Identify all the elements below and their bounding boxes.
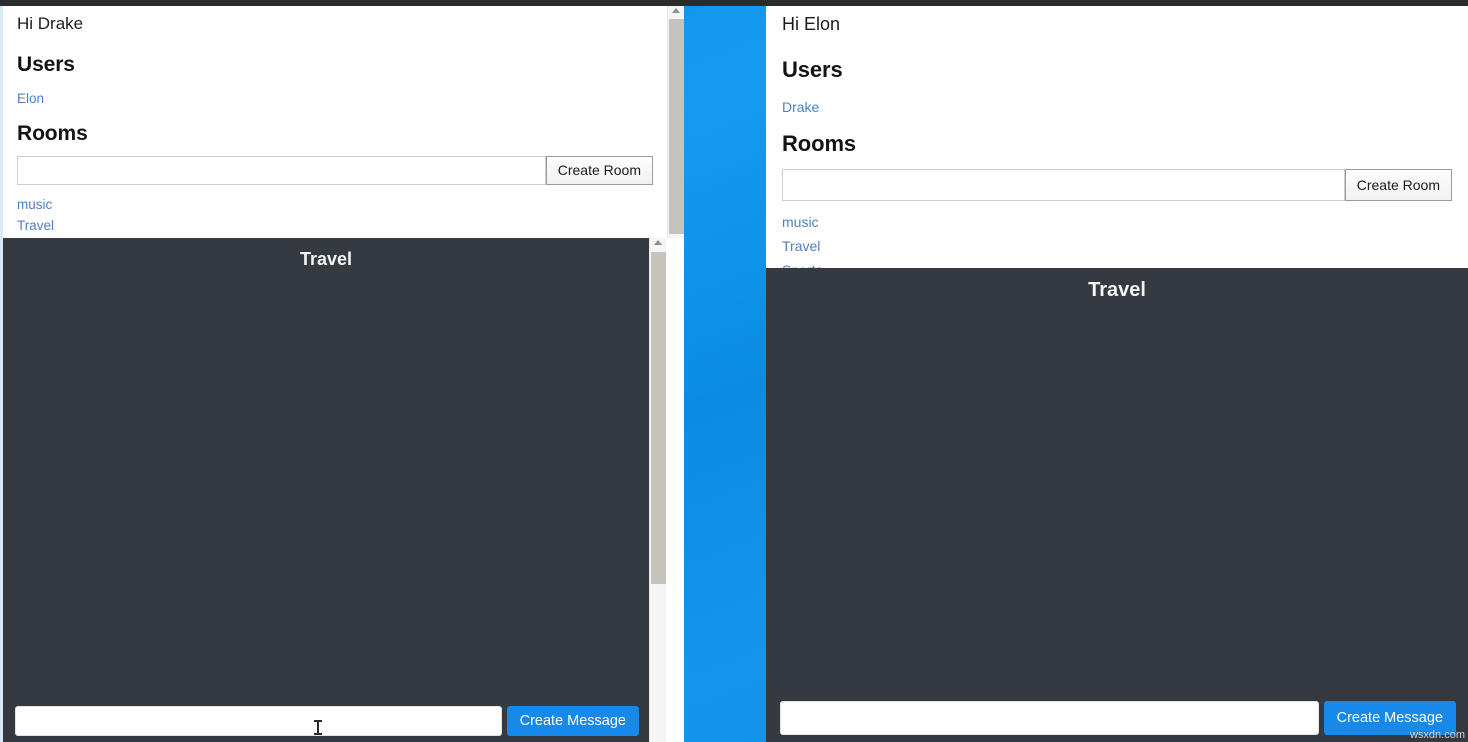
window-right-filler [666,238,684,742]
chat-scrollbar-drake[interactable] [649,238,666,742]
chat-messages-list-elon [766,314,1468,690]
chat-room-title-elon: Travel [1088,279,1146,301]
chat-pane-elon: Travel Create Message [766,268,1468,742]
create-message-button-drake[interactable]: Create Message [506,706,639,736]
create-room-button-drake[interactable]: Create Room [545,155,653,185]
sidebar-scrollbar-drake[interactable] [667,6,684,238]
users-heading: Users [782,57,843,82]
chat-pane-drake: Travel Create Message [3,238,649,742]
room-link-music[interactable]: music [17,197,653,212]
sidebar-pane-drake: Hi Drake Users Elon Rooms Create Room mu… [3,6,667,238]
greeting-drake: Hi Drake [17,14,84,33]
message-input-drake[interactable] [15,706,502,736]
create-message-form-drake: Create Message [15,706,639,736]
browser-window-elon: Hi Elon Users Drake Rooms Create Room mu… [766,6,1468,742]
room-name-input-drake[interactable] [17,155,546,185]
site-watermark: wsxdn.com [1409,729,1465,741]
users-heading: Users [17,53,75,76]
room-link-travel[interactable]: Travel [782,239,1452,253]
room-link-music[interactable]: music [782,215,1452,229]
message-input-elon[interactable] [780,701,1319,735]
scrollbar-thumb[interactable] [651,252,666,584]
room-link-travel[interactable]: Travel [17,219,653,233]
chat-messages-list-drake [3,280,649,694]
create-room-form-drake: Create Room [17,155,653,185]
user-link-elon[interactable]: Elon [17,92,653,106]
rooms-heading: Rooms [17,121,88,145]
chat-room-title-drake: Travel [299,249,353,269]
room-name-input-elon[interactable] [782,169,1345,201]
scroll-up-arrow-icon[interactable] [654,240,662,245]
scroll-up-arrow-icon[interactable] [672,8,680,13]
create-room-button-elon[interactable]: Create Room [1344,169,1452,201]
rooms-heading: Rooms [782,131,857,156]
browser-window-drake: Hi Drake Users Elon Rooms Create Room mu… [0,6,684,742]
mouse-cursor-ibeam [314,720,322,735]
sidebar-pane-elon: Hi Elon Users Drake Rooms Create Room mu… [766,6,1468,268]
create-message-form-elon: Create Message [780,701,1456,735]
desktop-top-strip [0,0,1468,6]
create-room-form-elon: Create Room [782,169,1452,201]
scrollbar-thumb[interactable] [669,19,684,234]
user-link-drake[interactable]: Drake [782,100,1452,114]
greeting-elon: Hi Elon [782,14,841,34]
